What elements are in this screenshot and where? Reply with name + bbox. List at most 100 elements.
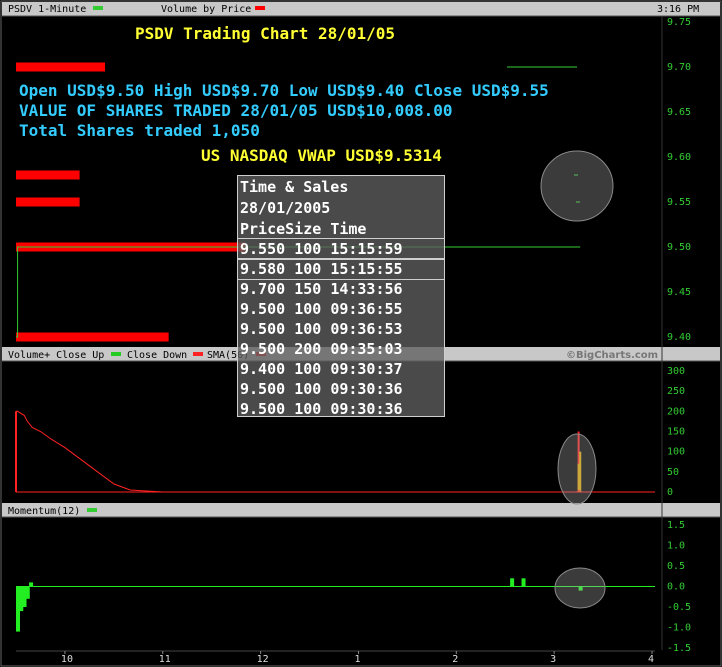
trade-size: 150: [294, 280, 322, 298]
time-and-sales-header: PriceSize Time: [238, 218, 444, 239]
price-y-tick-label: 9.60: [667, 152, 691, 163]
x-tick-label: 12: [257, 654, 269, 665]
volume-by-price-legend-label: Volume by Price: [161, 4, 251, 15]
trade-time: 09:35:03: [330, 340, 403, 358]
price-y-tick-label: 9.55: [667, 197, 691, 208]
trade-time: 15:15:55: [330, 260, 403, 278]
price-y-tick-label: 9.75: [667, 17, 691, 28]
momentum-y-tick-label: 0.0: [667, 582, 685, 593]
trade-price: 9.500: [240, 320, 286, 338]
trade-time: 09:36:55: [330, 300, 403, 318]
momentum-bar: [521, 578, 526, 587]
volume-up-legend-label: Volume+ Close Up: [8, 350, 104, 361]
trade-time: 09:30:36: [330, 400, 403, 418]
trade-price: 9.400: [240, 360, 286, 378]
time-and-sales-box: Time & Sales 28/01/2005 PriceSize Time 9…: [237, 175, 445, 419]
panel-header-bar: [2, 2, 720, 16]
trade-price: 9.550: [240, 240, 286, 258]
momentum-y-tick-label: 1.5: [667, 520, 685, 531]
momentum-bar: [25, 586, 30, 599]
header-time-label: 3:16 PM: [657, 4, 699, 15]
close-down-legend-swatch: [193, 352, 203, 356]
volume-by-price-bar: [16, 197, 80, 207]
trade-time: 09:30:36: [330, 380, 403, 398]
volume-y-tick-label: 150: [667, 427, 685, 438]
momentum-highlight-circle: [554, 567, 606, 609]
volume-by-price-legend-swatch: [255, 6, 265, 10]
time-and-sales-rows: 9.550 100 15:15:59 9.580 100 15:15:55 9.70…: [237, 238, 445, 419]
x-tick-label: 11: [159, 654, 171, 665]
momentum-y-tick-label: -0.5: [667, 602, 691, 613]
volume-y-tick-label: 50: [667, 467, 679, 478]
time-and-sales-row: 9.500 100 09:30:36: [238, 399, 444, 419]
trade-size: 100: [294, 300, 322, 318]
volume-up-legend-swatch: [111, 352, 121, 356]
volume-y-tick-label: 100: [667, 447, 685, 458]
time-and-sales-row: 9.580 100 15:15:55: [237, 258, 445, 280]
trade-price: 9.500: [240, 400, 286, 418]
trade-price: 9.580: [240, 260, 286, 278]
trade-size: 200: [294, 340, 322, 358]
trade-size: 100: [294, 400, 322, 418]
price-y-tick-label: 9.40: [667, 332, 691, 343]
time-and-sales-row: 9.550 100 15:15:59: [237, 238, 445, 260]
ohlc-annotation: Open USD$9.50 High USD$9.70 Low USD$9.40…: [19, 81, 549, 100]
total-shares-annotation: Total Shares traded 1,050: [19, 121, 260, 140]
momentum-legend-label: Momentum(12): [8, 506, 80, 517]
momentum-y-tick-label: -1.5: [667, 643, 691, 654]
x-tick-label: 1: [354, 654, 360, 665]
volume-y-tick-label: 300: [667, 366, 685, 377]
price-legend-swatch: [93, 6, 103, 10]
price-y-tick-label: 9.70: [667, 62, 691, 73]
time-and-sales-row: 9.700 150 14:33:56: [238, 279, 444, 299]
header-time: Time: [330, 220, 367, 238]
volume-by-price-bar: [16, 62, 106, 72]
trade-time: 15:15:59: [330, 240, 403, 258]
time-and-sales-row: 9.500 200 09:35:03: [238, 339, 444, 359]
value-traded-annotation: VALUE OF SHARES TRADED 28/01/05 USD$10,0…: [19, 101, 453, 120]
price-highlight-circle: [540, 150, 614, 222]
trade-time: 09:36:53: [330, 320, 403, 338]
volume-by-price-bar: [16, 332, 169, 342]
volume-by-price-bar: [16, 170, 80, 180]
bigcharts-watermark: ©BigCharts.com: [566, 350, 658, 361]
trade-price: 9.500: [240, 380, 286, 398]
momentum-y-tick-label: -1.0: [667, 623, 691, 634]
close-down-legend-label: Close Down: [127, 350, 187, 361]
trade-size: 100: [294, 260, 322, 278]
momentum-y-tick-label: 1.0: [667, 541, 685, 552]
header-price: Price: [240, 220, 286, 238]
time-and-sales-row: 9.500 100 09:36:53: [238, 319, 444, 339]
vwap-annotation: US NASDAQ VWAP USD$9.5314: [201, 146, 442, 165]
time-and-sales-date: 28/01/2005: [240, 199, 331, 217]
momentum-y-tick-label: 0.5: [667, 561, 685, 572]
trade-price: 9.500: [240, 340, 286, 358]
volume-highlight-circle: [557, 433, 597, 505]
chart-annotation-title: PSDV Trading Chart 28/01/05: [134, 24, 396, 43]
volume-y-tick-label: 200: [667, 406, 685, 417]
trade-size: 100: [294, 240, 322, 258]
time-and-sales-row: 9.500 100 09:30:36: [238, 379, 444, 399]
panel-header-bar: [2, 503, 720, 517]
trade-time: 14:33:56: [330, 280, 403, 298]
time-and-sales-title: Time & Sales: [240, 178, 349, 196]
time-and-sales-row: 9.500 100 09:36:55: [238, 299, 444, 319]
price-y-tick-label: 9.65: [667, 107, 691, 118]
x-tick-label: 4: [648, 654, 654, 665]
x-tick-label: 2: [452, 654, 458, 665]
trade-price: 9.500: [240, 300, 286, 318]
momentum-bar: [29, 582, 34, 587]
price-y-tick-label: 9.45: [667, 287, 691, 298]
x-tick-label: 3: [550, 654, 556, 665]
volume-y-tick-label: 250: [667, 386, 685, 397]
momentum-bar: [510, 578, 515, 587]
trade-price: 9.700: [240, 280, 286, 298]
trade-size: 100: [294, 380, 322, 398]
momentum-legend-swatch: [87, 508, 97, 512]
header-size: Size: [285, 220, 322, 238]
price-y-tick-label: 9.50: [667, 242, 691, 253]
time-and-sales-row: 9.400 100 09:30:37: [238, 359, 444, 379]
volume-y-tick-label: 0: [667, 487, 673, 498]
trade-size: 100: [294, 360, 322, 378]
x-tick-label: 10: [61, 654, 73, 665]
